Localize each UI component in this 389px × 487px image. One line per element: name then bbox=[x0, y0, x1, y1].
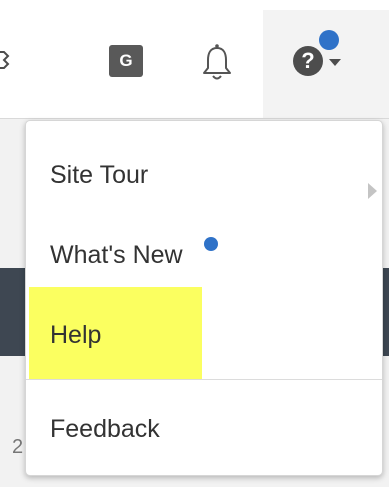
chevron-right-icon bbox=[368, 183, 377, 199]
background-partial-text: 2 bbox=[12, 436, 24, 458]
notification-dot bbox=[319, 30, 339, 50]
bell-icon[interactable] bbox=[200, 42, 234, 82]
gear-icon[interactable] bbox=[0, 46, 18, 74]
new-indicator-dot bbox=[204, 237, 218, 251]
menu-item-label: Site Tour bbox=[50, 161, 149, 189]
menu-item-help[interactable]: Help bbox=[26, 293, 382, 373]
help-dropdown-menu: Site Tour What's New Help Feedback bbox=[25, 120, 383, 476]
menu-item-whats-new[interactable]: What's New bbox=[26, 215, 382, 295]
help-icon: ? bbox=[293, 46, 323, 76]
menu-item-site-tour[interactable]: Site Tour bbox=[26, 135, 382, 215]
menu-item-feedback[interactable]: Feedback bbox=[26, 389, 382, 469]
g-badge-icon[interactable]: G bbox=[109, 45, 143, 77]
top-navigation-bar: G ? bbox=[0, 0, 389, 119]
help-menu-button[interactable]: ? bbox=[263, 10, 389, 118]
menu-divider bbox=[26, 379, 382, 380]
menu-item-label: Feedback bbox=[50, 415, 160, 443]
caret-down-icon bbox=[329, 59, 341, 66]
menu-item-label: Help bbox=[50, 321, 102, 349]
menu-item-label: What's New bbox=[50, 241, 183, 269]
